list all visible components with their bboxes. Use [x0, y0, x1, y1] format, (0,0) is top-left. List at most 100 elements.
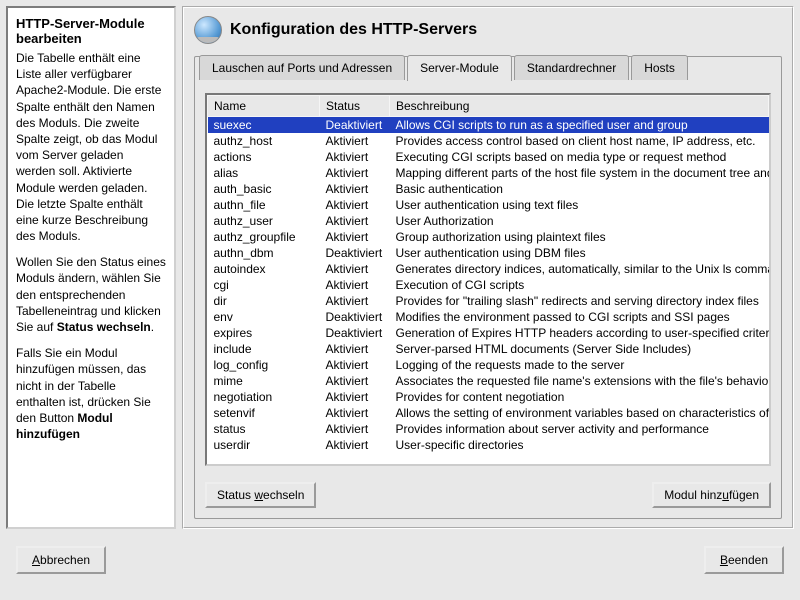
cell-desc: Provides for content negotiation	[390, 389, 769, 405]
page-title: Konfiguration des HTTP-Servers	[230, 21, 477, 39]
cell-name: auth_basic	[208, 181, 320, 197]
finish-button[interactable]: Beenden	[704, 546, 784, 574]
cell-desc: Generation of Expires HTTP headers accor…	[390, 325, 769, 341]
cell-status: Aktiviert	[320, 213, 390, 229]
cell-status: Aktiviert	[320, 165, 390, 181]
table-row[interactable]: auth_basicAktiviertBasic authentication	[208, 181, 769, 197]
table-row[interactable]: suexecDeaktiviertAllows CGI scripts to r…	[208, 117, 769, 134]
table-row[interactable]: userdirAktiviertUser-specific directorie…	[208, 437, 769, 453]
table-row[interactable]: expiresDeaktiviertGeneration of Expires …	[208, 325, 769, 341]
table-row[interactable]: cgiAktiviertExecution of CGI scripts	[208, 277, 769, 293]
cell-status: Aktiviert	[320, 373, 390, 389]
table-row[interactable]: negotiationAktiviertProvides for content…	[208, 389, 769, 405]
cell-desc: User-specific directories	[390, 437, 769, 453]
column-status[interactable]: Status	[320, 96, 390, 117]
table-row[interactable]: actionsAktiviertExecuting CGI scripts ba…	[208, 149, 769, 165]
add-module-button[interactable]: Modul hinzufügen	[652, 482, 771, 508]
cell-status: Aktiviert	[320, 405, 390, 421]
cell-desc: User authentication using text files	[390, 197, 769, 213]
cell-name: mime	[208, 373, 320, 389]
table-row[interactable]: dirAktiviertProvides for "trailing slash…	[208, 293, 769, 309]
cell-desc: Execution of CGI scripts	[390, 277, 769, 293]
table-row[interactable]: authn_dbmDeaktiviertUser authentication …	[208, 245, 769, 261]
cell-name: cgi	[208, 277, 320, 293]
cell-desc: Allows the setting of environment variab…	[390, 405, 769, 421]
modules-table-wrapper: Name Status Beschreibung suexecDeaktivie…	[205, 93, 771, 466]
cell-desc: Modifies the environment passed to CGI s…	[390, 309, 769, 325]
cell-status: Aktiviert	[320, 437, 390, 453]
cell-name: setenvif	[208, 405, 320, 421]
column-name[interactable]: Name	[208, 96, 320, 117]
content-panel: Konfiguration des HTTP-Servers Lauschen …	[182, 6, 794, 529]
cancel-button[interactable]: Abbrechen	[16, 546, 106, 574]
tab-container: Lauschen auf Ports und Adressen Server-M…	[194, 56, 782, 519]
tab-server-modules[interactable]: Server-Module	[407, 55, 512, 81]
cell-status: Aktiviert	[320, 197, 390, 213]
toggle-status-button[interactable]: Status wechseln	[205, 482, 316, 508]
table-row[interactable]: statusAktiviertProvides information abou…	[208, 421, 769, 437]
table-row[interactable]: authz_userAktiviertUser Authorization	[208, 213, 769, 229]
cell-status: Aktiviert	[320, 149, 390, 165]
cell-desc: Provides for "trailing slash" redirects …	[390, 293, 769, 309]
cell-status: Deaktiviert	[320, 117, 390, 134]
cell-name: include	[208, 341, 320, 357]
cell-desc: Mapping different parts of the host file…	[390, 165, 769, 181]
cell-desc: Provides access control based on client …	[390, 133, 769, 149]
sidebar-p2: Wollen Sie den Status eines Moduls änder…	[16, 254, 166, 335]
table-row[interactable]: authz_groupfileAktiviertGroup authorizat…	[208, 229, 769, 245]
table-row[interactable]: authz_hostAktiviertProvides access contr…	[208, 133, 769, 149]
cell-name: authn_dbm	[208, 245, 320, 261]
table-row[interactable]: log_configAktiviertLogging of the reques…	[208, 357, 769, 373]
cell-desc: Generates directory indices, automatical…	[390, 261, 769, 277]
cell-desc: Server-parsed HTML documents (Server Sid…	[390, 341, 769, 357]
cell-name: expires	[208, 325, 320, 341]
cell-name: alias	[208, 165, 320, 181]
cell-desc: Group authorization using plaintext file…	[390, 229, 769, 245]
cell-name: actions	[208, 149, 320, 165]
tab-hosts[interactable]: Hosts	[631, 55, 688, 80]
cell-name: dir	[208, 293, 320, 309]
table-row[interactable]: authn_fileAktiviertUser authentication u…	[208, 197, 769, 213]
cell-desc: User authentication using DBM files	[390, 245, 769, 261]
sidebar-p3: Falls Sie ein Modul hinzufügen müssen, d…	[16, 345, 166, 442]
cell-status: Aktiviert	[320, 277, 390, 293]
table-row[interactable]: includeAktiviertServer-parsed HTML docum…	[208, 341, 769, 357]
cell-status: Aktiviert	[320, 421, 390, 437]
cell-status: Aktiviert	[320, 261, 390, 277]
table-row[interactable]: aliasAktiviertMapping different parts of…	[208, 165, 769, 181]
cell-name: authn_file	[208, 197, 320, 213]
cell-status: Aktiviert	[320, 389, 390, 405]
modules-table[interactable]: Name Status Beschreibung suexecDeaktivie…	[207, 95, 769, 453]
tab-default-host[interactable]: Standardrechner	[514, 55, 629, 80]
table-row[interactable]: mimeAktiviertAssociates the requested fi…	[208, 373, 769, 389]
cell-name: suexec	[208, 117, 320, 134]
cell-name: autoindex	[208, 261, 320, 277]
cell-desc: Provides information about server activi…	[390, 421, 769, 437]
cell-name: authz_user	[208, 213, 320, 229]
table-row[interactable]: setenvifAktiviertAllows the setting of e…	[208, 405, 769, 421]
cell-status: Aktiviert	[320, 357, 390, 373]
tab-listen[interactable]: Lauschen auf Ports und Adressen	[199, 55, 405, 80]
cell-status: Aktiviert	[320, 229, 390, 245]
cell-name: authz_host	[208, 133, 320, 149]
cell-status: Deaktiviert	[320, 245, 390, 261]
cell-status: Deaktiviert	[320, 325, 390, 341]
column-desc[interactable]: Beschreibung	[390, 96, 769, 117]
cell-status: Aktiviert	[320, 133, 390, 149]
help-sidebar: HTTP-Server-Module bearbeiten Die Tabell…	[6, 6, 176, 529]
cell-name: env	[208, 309, 320, 325]
cell-name: negotiation	[208, 389, 320, 405]
cell-desc: Executing CGI scripts based on media typ…	[390, 149, 769, 165]
cell-desc: Basic authentication	[390, 181, 769, 197]
sidebar-title: HTTP-Server-Module bearbeiten	[16, 16, 166, 46]
globe-icon	[194, 16, 222, 44]
cell-name: status	[208, 421, 320, 437]
table-row[interactable]: autoindexAktiviertGenerates directory in…	[208, 261, 769, 277]
bottom-bar: Abbrechen Beenden	[0, 535, 800, 585]
cell-status: Deaktiviert	[320, 309, 390, 325]
table-row[interactable]: envDeaktiviertModifies the environment p…	[208, 309, 769, 325]
cell-name: userdir	[208, 437, 320, 453]
cell-status: Aktiviert	[320, 293, 390, 309]
cell-desc: Logging of the requests made to the serv…	[390, 357, 769, 373]
cell-desc: Associates the requested file name's ext…	[390, 373, 769, 389]
